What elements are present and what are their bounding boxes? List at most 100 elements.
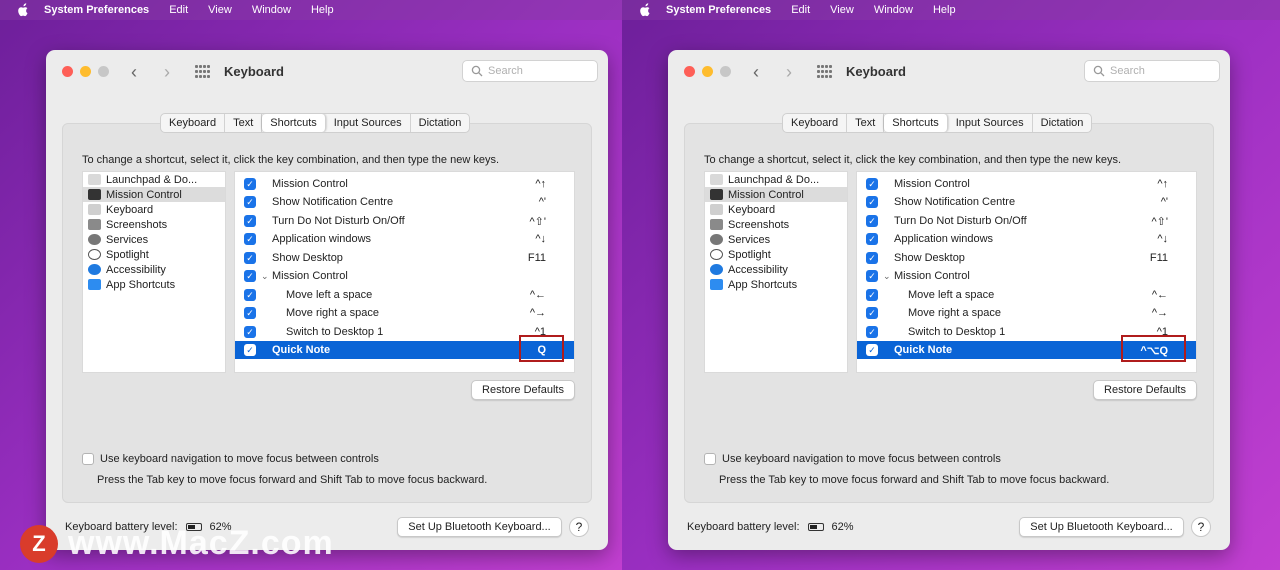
back-icon[interactable]: ‹ — [753, 62, 759, 83]
shortcut-key[interactable]: ^→ — [1152, 307, 1168, 319]
shortcut-checkbox[interactable]: ✓ — [866, 326, 878, 338]
restore-defaults-button[interactable]: Restore Defaults — [1093, 380, 1197, 400]
shortcut-key[interactable]: ^↓ — [535, 233, 546, 245]
menu-view[interactable]: View — [830, 4, 854, 16]
shortcut-key[interactable]: ^' — [1161, 196, 1168, 208]
forward-icon[interactable]: › — [164, 62, 170, 83]
shortcut-key[interactable]: F11 — [528, 252, 546, 264]
forward-icon[interactable]: › — [786, 62, 792, 83]
shortcut-checkbox[interactable]: ✓ — [244, 307, 256, 319]
tab-text[interactable]: Text — [847, 114, 885, 132]
category-spotlight[interactable]: Spotlight — [83, 247, 225, 262]
menu-app-name[interactable]: System Preferences — [44, 4, 149, 16]
shortcut-key[interactable]: F11 — [1150, 252, 1168, 264]
category-keyboard[interactable]: Keyboard — [705, 202, 847, 217]
close-button[interactable] — [62, 66, 73, 77]
menu-window[interactable]: Window — [252, 4, 291, 16]
shortcut-row[interactable]: ✓ Mission Control ^↑ — [857, 175, 1196, 193]
shortcut-checkbox[interactable]: ✓ — [244, 233, 256, 245]
shortcut-key[interactable]: ^' — [539, 196, 546, 208]
shortcut-checkbox[interactable]: ✓ — [244, 270, 256, 282]
shortcut-row[interactable]: ✓ Turn Do Not Disturb On/Off ^⇧' — [857, 212, 1196, 230]
shortcut-checkbox[interactable]: ✓ — [244, 289, 256, 301]
zoom-button[interactable] — [720, 66, 731, 77]
category-app-shortcuts[interactable]: App Shortcuts — [83, 277, 225, 292]
shortcut-checkbox[interactable]: ✓ — [866, 178, 878, 190]
apple-icon[interactable] — [638, 3, 652, 17]
minimize-button[interactable] — [702, 66, 713, 77]
menu-view[interactable]: View — [208, 4, 232, 16]
menu-help[interactable]: Help — [933, 4, 956, 16]
help-button[interactable]: ? — [569, 517, 589, 537]
shortcut-row[interactable]: ✓ Show Desktop F11 — [235, 249, 574, 267]
shortcut-key[interactable]: ^⇧' — [1152, 215, 1168, 228]
category-mission-control[interactable]: Mission Control — [83, 187, 225, 202]
disclosure-chevron-icon[interactable]: ⌄ — [261, 271, 269, 282]
shortcut-checkbox[interactable]: ✓ — [866, 215, 878, 227]
setup-bluetooth-keyboard-button[interactable]: Set Up Bluetooth Keyboard... — [397, 517, 562, 537]
shortcut-checkbox[interactable]: ✓ — [866, 196, 878, 208]
shortcut-row[interactable]: ✓ Application windows ^↓ — [235, 230, 574, 248]
shortcut-row[interactable]: ✓ Mission Control ^↑ — [235, 175, 574, 193]
shortcut-row[interactable]: ✓ Move left a space ^← — [235, 286, 574, 304]
shortcut-key[interactable]: ^↑ — [1157, 178, 1168, 190]
tab-keyboard[interactable]: Keyboard — [783, 114, 848, 132]
shortcut-checkbox[interactable]: ✓ — [866, 252, 878, 264]
shortcut-key[interactable]: ^← — [1152, 289, 1168, 301]
menu-help[interactable]: Help — [311, 4, 334, 16]
shortcut-row[interactable]: ✓ Move left a space ^← — [857, 286, 1196, 304]
menu-window[interactable]: Window — [874, 4, 913, 16]
shortcut-checkbox[interactable]: ✓ — [866, 307, 878, 319]
shortcut-key[interactable]: ^↓ — [1157, 233, 1168, 245]
shortcut-row[interactable]: ✓ Turn Do Not Disturb On/Off ^⇧' — [235, 212, 574, 230]
shortcut-row[interactable]: ✓ Application windows ^↓ — [857, 230, 1196, 248]
category-launchpad[interactable]: Launchpad & Do... — [705, 172, 847, 187]
category-app-shortcuts[interactable]: App Shortcuts — [705, 277, 847, 292]
zoom-button[interactable] — [98, 66, 109, 77]
disclosure-chevron-icon[interactable]: ⌄ — [883, 271, 891, 282]
restore-defaults-button[interactable]: Restore Defaults — [471, 380, 575, 400]
keyboard-navigation-checkbox[interactable] — [82, 453, 94, 465]
tab-dictation[interactable]: Dictation — [411, 114, 470, 132]
shortcut-row[interactable]: ✓ Show Notification Centre ^' — [235, 193, 574, 211]
shortcut-checkbox[interactable]: ✓ — [244, 178, 256, 190]
shortcut-checkbox[interactable]: ✓ — [244, 344, 256, 356]
shortcut-checkbox[interactable]: ✓ — [866, 233, 878, 245]
tab-keyboard[interactable]: Keyboard — [161, 114, 226, 132]
keyboard-navigation-option[interactable]: Use keyboard navigation to move focus be… — [82, 453, 379, 465]
category-launchpad[interactable]: Launchpad & Do... — [83, 172, 225, 187]
shortcut-key[interactable]: ^⇧' — [530, 215, 546, 228]
category-accessibility[interactable]: Accessibility — [83, 262, 225, 277]
shortcut-checkbox[interactable]: ✓ — [866, 289, 878, 301]
menu-edit[interactable]: Edit — [791, 4, 810, 16]
shortcut-checkbox[interactable]: ✓ — [866, 270, 878, 282]
show-all-grid-icon[interactable] — [817, 65, 833, 79]
search-input[interactable]: Search — [1084, 60, 1220, 82]
shortcut-row[interactable]: ✓ ⌄ Mission Control — [857, 267, 1196, 285]
shortcut-checkbox[interactable]: ✓ — [244, 252, 256, 264]
minimize-button[interactable] — [80, 66, 91, 77]
back-icon[interactable]: ‹ — [131, 62, 137, 83]
tab-text[interactable]: Text — [225, 114, 263, 132]
close-button[interactable] — [684, 66, 695, 77]
shortcut-key[interactable]: ^↑ — [535, 178, 546, 190]
keyboard-navigation-option[interactable]: Use keyboard navigation to move focus be… — [704, 453, 1001, 465]
tab-shortcuts[interactable]: Shortcuts — [262, 114, 326, 132]
keyboard-navigation-checkbox[interactable] — [704, 453, 716, 465]
category-mission-control[interactable]: Mission Control — [705, 187, 847, 202]
shortcut-row[interactable]: ✓ Move right a space ^→ — [235, 304, 574, 322]
shortcut-checkbox[interactable]: ✓ — [244, 196, 256, 208]
shortcut-row[interactable]: ✓ Show Notification Centre ^' — [857, 193, 1196, 211]
shortcut-checkbox[interactable]: ✓ — [244, 326, 256, 338]
tab-input-sources[interactable]: Input Sources — [326, 114, 411, 132]
menu-edit[interactable]: Edit — [169, 4, 188, 16]
tab-dictation[interactable]: Dictation — [1033, 114, 1092, 132]
shortcut-checkbox[interactable]: ✓ — [244, 215, 256, 227]
shortcut-key[interactable]: ^→ — [530, 307, 546, 319]
tab-input-sources[interactable]: Input Sources — [948, 114, 1033, 132]
search-input[interactable]: Search — [462, 60, 598, 82]
shortcut-row[interactable]: ✓ Move right a space ^→ — [857, 304, 1196, 322]
shortcut-row[interactable]: ✓ ⌄ Mission Control — [235, 267, 574, 285]
category-services[interactable]: Services — [83, 232, 225, 247]
shortcut-checkbox[interactable]: ✓ — [866, 344, 878, 356]
